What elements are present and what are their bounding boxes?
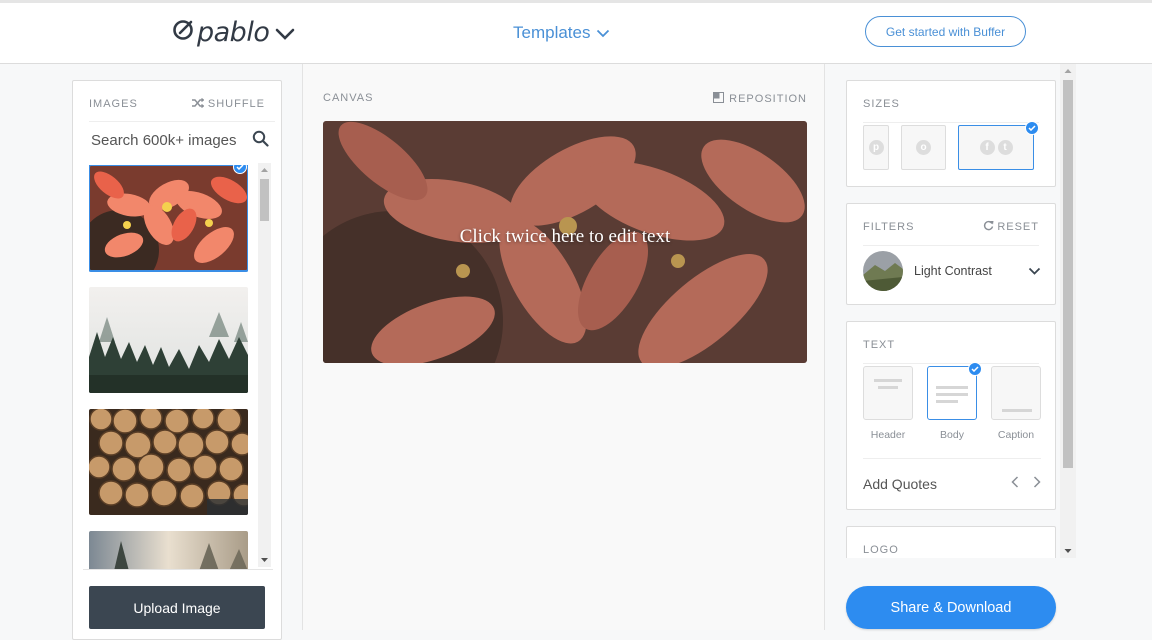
canvas-area: CANVAS REPOSITION Click twice here to ed… [302, 64, 825, 630]
logo-title: LOGO [863, 544, 899, 556]
logo-header: LOGO [863, 539, 1039, 558]
pablo-logo-icon [172, 19, 194, 46]
chevron-left-icon[interactable] [1011, 475, 1019, 493]
filter-select[interactable]: Light Contrast [863, 250, 1041, 292]
text-header: TEXT [863, 334, 1039, 364]
image-thumb-flowers[interactable] [89, 165, 248, 272]
image-thumb-logs[interactable] [89, 409, 248, 515]
reset-label: RESET [997, 220, 1039, 233]
twitter-icon: t [997, 140, 1013, 155]
scroll-down-icon[interactable] [1060, 546, 1076, 556]
reset-filters-button[interactable]: RESET [983, 220, 1039, 234]
settings-scroll-thumb[interactable] [1063, 80, 1073, 468]
filters-title: FILTERS [863, 220, 915, 233]
top-bar: pablo Templates Get started with Buffer [0, 0, 1152, 64]
image-search-input[interactable]: Search 600k+ images [89, 121, 275, 159]
share-download-button[interactable]: Share & Download [846, 586, 1056, 629]
scroll-up-icon[interactable] [258, 165, 271, 175]
settings-scrollbar[interactable] [1060, 64, 1076, 558]
images-panel: IMAGES SHUFFLE Search 600k+ images Uploa… [72, 80, 282, 640]
upload-image-button[interactable]: Upload Image [89, 586, 265, 629]
image-thumb-forest[interactable] [89, 287, 248, 393]
canvas-title: CANVAS [323, 92, 374, 104]
chevron-down-icon [275, 27, 295, 45]
pinterest-icon: p [868, 140, 884, 155]
add-quotes-label[interactable]: Add Quotes [863, 476, 937, 492]
text-style-header-label: Header [870, 429, 906, 441]
scroll-down-icon[interactable] [258, 555, 271, 565]
text-style-caption[interactable] [991, 366, 1041, 420]
reposition-button[interactable]: REPOSITION [713, 92, 807, 106]
shuffle-button[interactable]: SHUFFLE [191, 97, 265, 111]
settings-panel: SIZES p o f t FILTERS RESET Light Contra… [836, 64, 1076, 558]
sizes-title: SIZES [863, 97, 900, 110]
logo-text: pablo [197, 17, 270, 48]
chevron-right-icon[interactable] [1033, 475, 1041, 493]
templates-label: Templates [513, 23, 591, 42]
shuffle-label: SHUFFLE [207, 98, 265, 110]
size-option-instagram[interactable]: o [901, 125, 946, 170]
instagram-icon: o [916, 140, 931, 155]
sizes-header: SIZES [863, 93, 1039, 123]
images-scrollbar[interactable] [258, 163, 271, 567]
size-option-pinterest[interactable]: p [863, 125, 889, 170]
get-started-button[interactable]: Get started with Buffer [865, 16, 1026, 47]
upload-area: Upload Image [83, 569, 273, 629]
selected-check-icon [968, 362, 982, 376]
filter-name: Light Contrast [914, 264, 992, 278]
chevron-down-icon [1028, 262, 1041, 280]
images-title: IMAGES [89, 98, 138, 110]
reposition-label: REPOSITION [729, 93, 807, 105]
text-card: TEXT Header Body Caption Add Quotes [846, 321, 1056, 510]
search-placeholder: Search 600k+ images [91, 132, 237, 149]
canvas-header: CANVAS REPOSITION [323, 92, 807, 106]
facebook-icon: f [979, 140, 995, 155]
filter-preview-thumb [863, 251, 903, 291]
canvas-overlay-text[interactable]: Click twice here to edit text [323, 226, 807, 248]
filters-card: FILTERS RESET Light Contrast [846, 203, 1056, 305]
shuffle-icon [191, 97, 205, 111]
quotes-nav [1011, 475, 1041, 493]
scroll-up-icon[interactable] [1060, 66, 1076, 76]
text-style-header[interactable] [863, 366, 913, 420]
logo-card: LOGO [846, 526, 1056, 558]
pablo-logo[interactable]: pablo [172, 17, 295, 48]
text-style-body-label: Body [940, 429, 964, 441]
chevron-down-icon [596, 23, 610, 43]
image-thumb-sunset-trees[interactable] [89, 531, 248, 569]
image-results-list[interactable] [89, 165, 248, 569]
text-style-caption-label: Caption [997, 429, 1035, 441]
selected-check-icon [1025, 121, 1039, 135]
reposition-icon [713, 92, 725, 106]
images-panel-header: IMAGES SHUFFLE [89, 93, 265, 115]
search-icon[interactable] [252, 130, 269, 152]
text-title: TEXT [863, 338, 896, 351]
design-canvas[interactable]: Click twice here to edit text [323, 121, 807, 363]
refresh-icon [983, 220, 994, 234]
filters-header: FILTERS RESET [863, 216, 1039, 246]
size-option-facebook-twitter[interactable]: f t [958, 125, 1034, 170]
templates-dropdown[interactable]: Templates [513, 23, 610, 43]
sizes-card: SIZES p o f t [846, 80, 1056, 187]
add-quotes-row: Add Quotes [863, 458, 1041, 508]
images-scroll-thumb[interactable] [260, 179, 269, 221]
